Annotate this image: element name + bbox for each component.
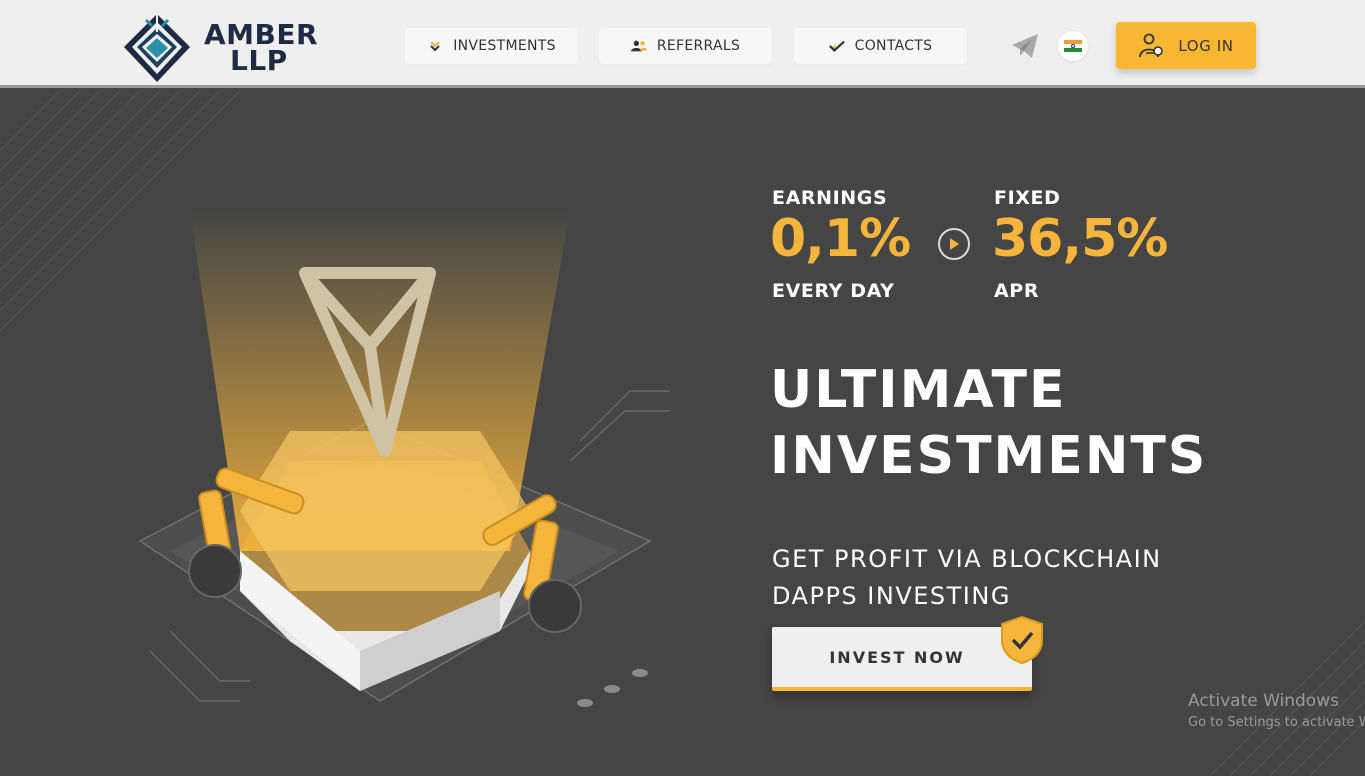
user-key-icon	[1139, 33, 1164, 57]
subheadline-line1: GET PROFIT VIA BLOCKCHAIN	[772, 545, 1162, 573]
invest-now-label: INVEST NOW	[829, 647, 965, 667]
windows-activation-watermark: Activate Windows Go to Settings to activ…	[1188, 689, 1365, 733]
earnings-period: EVERY DAY	[772, 280, 895, 302]
apr-label: APR	[994, 280, 1040, 302]
nav-investments-button[interactable]: INVESTMENTS	[405, 28, 578, 64]
nav-contacts-label: CONTACTS	[854, 38, 933, 54]
chevron-down-icon	[427, 38, 443, 54]
nav-referrals-label: REFERRALS	[656, 38, 741, 54]
login-label: LOG IN	[1178, 36, 1234, 55]
users-icon	[630, 38, 647, 54]
brand-name: AMBER LLP	[204, 21, 318, 77]
hero-headline: ULTIMATE INVESTMENTS	[770, 357, 1207, 489]
brand-name-line2: LLP	[230, 44, 288, 77]
login-button[interactable]: LOG IN	[1116, 22, 1256, 69]
subheadline-line2: DAPPS INVESTING	[772, 582, 1011, 610]
hero-section: EARNINGS 0,1% EVERY DAY FIXED 36,5% APR …	[0, 91, 1365, 776]
headline-line2: INVESTMENTS	[770, 426, 1208, 486]
telegram-icon[interactable]	[1010, 32, 1040, 60]
check-icon	[828, 38, 845, 54]
invest-now-button[interactable]: INVEST NOW	[772, 627, 1032, 691]
site-header: AMBER LLP INVESTMENTS REFERRALS CONTACTS	[0, 0, 1365, 88]
apr-value: 36,5%	[992, 209, 1168, 269]
amber-logo-icon	[124, 14, 190, 82]
headline-line1: ULTIMATE	[770, 360, 1067, 420]
language-selector[interactable]	[1058, 31, 1088, 61]
nav-contacts-button[interactable]: CONTACTS	[794, 28, 967, 64]
nav-referrals-button[interactable]: REFERRALS	[599, 28, 772, 64]
fixed-label: FIXED	[994, 187, 1061, 209]
nav-investments-label: INVESTMENTS	[453, 38, 556, 54]
earnings-label: EARNINGS	[772, 187, 888, 209]
hero-subheadline: GET PROFIT VIA BLOCKCHAIN DAPPS INVESTIN…	[772, 541, 1162, 615]
earnings-value: 0,1%	[770, 209, 911, 269]
brand-logo[interactable]: AMBER LLP	[122, 12, 318, 84]
india-flag-icon	[1064, 40, 1082, 52]
watermark-subtitle: Go to Settings to activate Windows.	[1188, 715, 1365, 730]
watermark-title: Activate Windows	[1188, 691, 1339, 711]
crypto-platform-illustration	[138, 211, 670, 707]
shield-check-icon	[1001, 615, 1043, 665]
arrow-right-icon	[938, 228, 970, 260]
